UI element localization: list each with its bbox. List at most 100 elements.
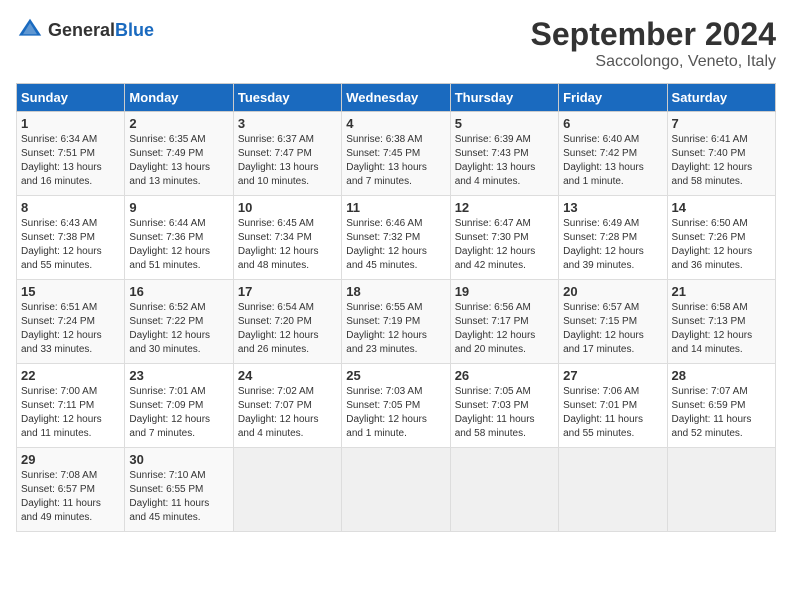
day-detail: Sunrise: 6:43 AM Sunset: 7:38 PM Dayligh… <box>21 217 120 273</box>
day-detail: Sunrise: 7:02 AM Sunset: 7:07 PM Dayligh… <box>238 385 337 441</box>
day-number: 8 <box>21 200 120 215</box>
day-detail: Sunrise: 6:51 AM Sunset: 7:24 PM Dayligh… <box>21 301 120 357</box>
day-number: 4 <box>346 116 445 131</box>
header-wednesday: Wednesday <box>342 84 450 112</box>
day-number: 27 <box>563 368 662 383</box>
day-number: 16 <box>129 284 228 299</box>
table-cell: 22Sunrise: 7:00 AM Sunset: 7:11 PM Dayli… <box>17 364 125 448</box>
table-row: 8 Sunrise: 6:43 AM Sunset: 7:38 PM Daylig… <box>17 196 776 280</box>
day-number: 28 <box>672 368 771 383</box>
table-cell: 28Sunrise: 7:07 AM Sunset: 6:59 PM Dayli… <box>667 364 775 448</box>
day-detail: Sunrise: 6:44 AM Sunset: 7:36 PM Dayligh… <box>129 217 228 273</box>
table-cell: 21 Sunrise: 6:58 AM Sunset: 7:13 PM Dayli… <box>667 280 775 364</box>
table-cell: 10Sunrise: 6:45 AM Sunset: 7:34 PM Dayli… <box>233 196 341 280</box>
day-number: 24 <box>238 368 337 383</box>
day-number: 13 <box>563 200 662 215</box>
table-cell <box>342 448 450 532</box>
day-number: 10 <box>238 200 337 215</box>
table-cell: 30 Sunrise: 7:10 AM Sunset: 6:55 PM Dayli… <box>125 448 233 532</box>
header-friday: Friday <box>559 84 667 112</box>
header-tuesday: Tuesday <box>233 84 341 112</box>
title-area: September 2024 Saccolongo, Veneto, Italy <box>531 16 776 71</box>
location-title: Saccolongo, Veneto, Italy <box>531 53 776 71</box>
day-detail: Sunrise: 6:54 AM Sunset: 7:20 PM Dayligh… <box>238 301 337 357</box>
day-number: 3 <box>238 116 337 131</box>
day-number: 15 <box>21 284 120 299</box>
calendar-body: 1 Sunrise: 6:34 AM Sunset: 7:51 PM Daylig… <box>17 112 776 532</box>
table-row: 1 Sunrise: 6:34 AM Sunset: 7:51 PM Daylig… <box>17 112 776 196</box>
table-cell: 3 Sunrise: 6:37 AM Sunset: 7:47 PM Daylig… <box>233 112 341 196</box>
day-detail: Sunrise: 6:46 AM Sunset: 7:32 PM Dayligh… <box>346 217 445 273</box>
day-detail: Sunrise: 6:39 AM Sunset: 7:43 PM Dayligh… <box>455 133 554 189</box>
table-cell: 13 Sunrise: 6:49 AM Sunset: 7:28 PM Dayli… <box>559 196 667 280</box>
day-detail: Sunrise: 7:00 AM Sunset: 7:11 PM Dayligh… <box>21 385 120 441</box>
logo-text-blue: Blue <box>115 20 154 40</box>
table-cell: 15 Sunrise: 6:51 AM Sunset: 7:24 PM Dayli… <box>17 280 125 364</box>
logo-text-general: General <box>48 20 115 40</box>
day-detail: Sunrise: 6:56 AM Sunset: 7:17 PM Dayligh… <box>455 301 554 357</box>
day-detail: Sunrise: 6:38 AM Sunset: 7:45 PM Dayligh… <box>346 133 445 189</box>
day-number: 7 <box>672 116 771 131</box>
day-detail: Sunrise: 7:05 AM Sunset: 7:03 PM Dayligh… <box>455 385 554 441</box>
day-detail: Sunrise: 6:57 AM Sunset: 7:15 PM Dayligh… <box>563 301 662 357</box>
day-detail: Sunrise: 6:37 AM Sunset: 7:47 PM Dayligh… <box>238 133 337 189</box>
day-detail: Sunrise: 6:34 AM Sunset: 7:51 PM Dayligh… <box>21 133 120 189</box>
day-number: 18 <box>346 284 445 299</box>
day-number: 23 <box>129 368 228 383</box>
table-row: 22Sunrise: 7:00 AM Sunset: 7:11 PM Dayli… <box>17 364 776 448</box>
day-number: 12 <box>455 200 554 215</box>
day-detail: Sunrise: 7:08 AM Sunset: 6:57 PM Dayligh… <box>21 469 120 525</box>
day-number: 30 <box>129 452 228 467</box>
table-cell: 5 Sunrise: 6:39 AM Sunset: 7:43 PM Daylig… <box>450 112 558 196</box>
table-cell: 9Sunrise: 6:44 AM Sunset: 7:36 PM Daylig… <box>125 196 233 280</box>
day-number: 19 <box>455 284 554 299</box>
day-number: 5 <box>455 116 554 131</box>
header-monday: Monday <box>125 84 233 112</box>
calendar-table: Sunday Monday Tuesday Wednesday Thursday… <box>16 83 776 532</box>
day-number: 25 <box>346 368 445 383</box>
table-cell: 29Sunrise: 7:08 AM Sunset: 6:57 PM Dayli… <box>17 448 125 532</box>
logo: GeneralBlue <box>16 16 154 44</box>
table-cell: 7 Sunrise: 6:41 AM Sunset: 7:40 PM Daylig… <box>667 112 775 196</box>
day-detail: Sunrise: 6:41 AM Sunset: 7:40 PM Dayligh… <box>672 133 771 189</box>
day-number: 1 <box>21 116 120 131</box>
header-sunday: Sunday <box>17 84 125 112</box>
day-detail: Sunrise: 6:47 AM Sunset: 7:30 PM Dayligh… <box>455 217 554 273</box>
table-cell <box>450 448 558 532</box>
table-cell: 8 Sunrise: 6:43 AM Sunset: 7:38 PM Daylig… <box>17 196 125 280</box>
table-cell: 25 Sunrise: 7:03 AM Sunset: 7:05 PM Dayli… <box>342 364 450 448</box>
table-cell: 11 Sunrise: 6:46 AM Sunset: 7:32 PM Dayli… <box>342 196 450 280</box>
day-number: 17 <box>238 284 337 299</box>
header: GeneralBlue September 2024 Saccolongo, V… <box>16 16 776 71</box>
day-number: 21 <box>672 284 771 299</box>
day-number: 20 <box>563 284 662 299</box>
table-cell: 24 Sunrise: 7:02 AM Sunset: 7:07 PM Dayli… <box>233 364 341 448</box>
table-cell: 1 Sunrise: 6:34 AM Sunset: 7:51 PM Daylig… <box>17 112 125 196</box>
day-detail: Sunrise: 6:50 AM Sunset: 7:26 PM Dayligh… <box>672 217 771 273</box>
day-detail: Sunrise: 6:58 AM Sunset: 7:13 PM Dayligh… <box>672 301 771 357</box>
table-cell: 14Sunrise: 6:50 AM Sunset: 7:26 PM Dayli… <box>667 196 775 280</box>
table-cell: 19 Sunrise: 6:56 AM Sunset: 7:17 PM Dayli… <box>450 280 558 364</box>
day-detail: Sunrise: 7:03 AM Sunset: 7:05 PM Dayligh… <box>346 385 445 441</box>
table-cell: 26 Sunrise: 7:05 AM Sunset: 7:03 PM Dayli… <box>450 364 558 448</box>
table-cell: 16 Sunrise: 6:52 AM Sunset: 7:22 PM Dayli… <box>125 280 233 364</box>
day-detail: Sunrise: 6:55 AM Sunset: 7:19 PM Dayligh… <box>346 301 445 357</box>
day-detail: Sunrise: 7:06 AM Sunset: 7:01 PM Dayligh… <box>563 385 662 441</box>
day-detail: Sunrise: 6:35 AM Sunset: 7:49 PM Dayligh… <box>129 133 228 189</box>
day-number: 26 <box>455 368 554 383</box>
day-detail: Sunrise: 6:49 AM Sunset: 7:28 PM Dayligh… <box>563 217 662 273</box>
table-cell <box>667 448 775 532</box>
table-cell <box>233 448 341 532</box>
table-cell: 27 Sunrise: 7:06 AM Sunset: 7:01 PM Dayli… <box>559 364 667 448</box>
logo-icon <box>16 16 44 44</box>
table-cell: 20 Sunrise: 6:57 AM Sunset: 7:15 PM Dayli… <box>559 280 667 364</box>
days-header-row: Sunday Monday Tuesday Wednesday Thursday… <box>17 84 776 112</box>
day-number: 11 <box>346 200 445 215</box>
table-cell: 6Sunrise: 6:40 AM Sunset: 7:42 PM Daylig… <box>559 112 667 196</box>
day-detail: Sunrise: 7:10 AM Sunset: 6:55 PM Dayligh… <box>129 469 228 525</box>
day-number: 6 <box>563 116 662 131</box>
table-cell: 23Sunrise: 7:01 AM Sunset: 7:09 PM Dayli… <box>125 364 233 448</box>
table-row: 15 Sunrise: 6:51 AM Sunset: 7:24 PM Dayli… <box>17 280 776 364</box>
day-detail: Sunrise: 6:52 AM Sunset: 7:22 PM Dayligh… <box>129 301 228 357</box>
day-number: 2 <box>129 116 228 131</box>
